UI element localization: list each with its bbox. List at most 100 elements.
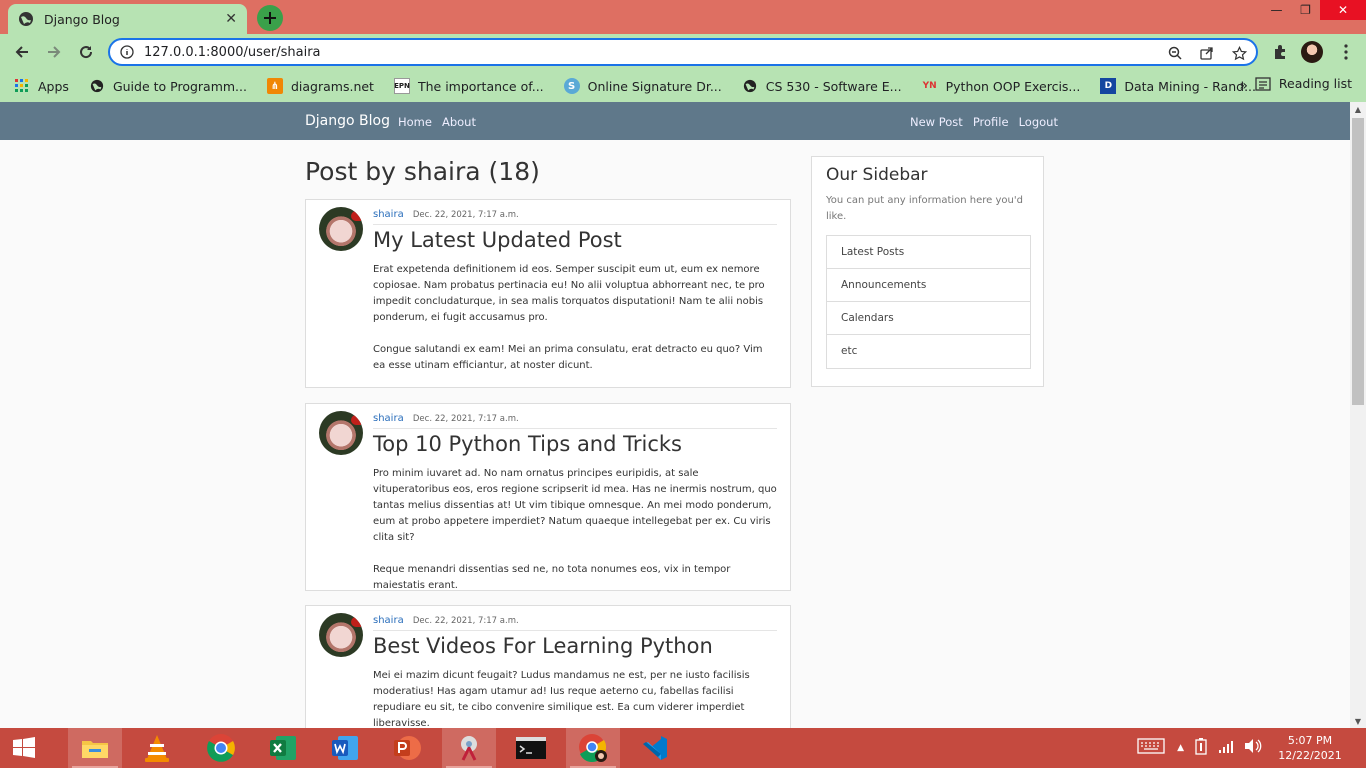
author-avatar[interactable] xyxy=(319,411,363,455)
sidebar-item-announcements[interactable]: Announcements xyxy=(827,269,1030,302)
post-paragraph: Erat expetenda definitionem id eos. Semp… xyxy=(373,264,765,323)
nav-new-post-link[interactable]: New Post xyxy=(910,115,963,129)
network-signal-icon[interactable] xyxy=(1218,739,1234,758)
bookmark-diagrams[interactable]: ⋔ diagrams.net xyxy=(266,78,374,94)
post-date: Dec. 22, 2021, 7:17 a.m. xyxy=(412,616,519,626)
post-title-link[interactable]: Top 10 Python Tips and Tricks xyxy=(373,432,682,456)
share-icon[interactable] xyxy=(1196,43,1218,63)
sidebar-item-etc[interactable]: etc xyxy=(827,335,1030,368)
volume-icon[interactable] xyxy=(1244,738,1262,758)
file-explorer-icon[interactable] xyxy=(68,728,122,768)
reading-list-icon xyxy=(1255,76,1271,91)
page-scrollbar[interactable]: ▲ ▼ xyxy=(1350,102,1366,728)
menu-kebab-icon[interactable] xyxy=(1334,40,1358,64)
windows-taskbar: ▲ 5:07 PM 12/22/2021 xyxy=(0,728,1366,768)
new-tab-button[interactable] xyxy=(257,5,283,31)
author-link[interactable]: shaira xyxy=(373,615,404,626)
close-window-button[interactable]: ✕ xyxy=(1320,0,1366,20)
nav-right: New Post Profile Logout xyxy=(910,115,1058,129)
post-paragraph: Congue salutandi ex eam! Mei an prima co… xyxy=(373,344,763,371)
sidebar-list: Latest Posts Announcements Calendars etc xyxy=(826,235,1031,369)
nav-about-link[interactable]: About xyxy=(442,115,476,129)
powerpoint-icon[interactable] xyxy=(380,728,434,768)
page-title: Post by shaira (18) xyxy=(305,157,540,186)
zoom-icon[interactable] xyxy=(1164,43,1186,63)
windows-start-icon[interactable] xyxy=(0,728,48,768)
nav-profile-link[interactable]: Profile xyxy=(973,115,1009,129)
bookmark-label: Online Signature Dr... xyxy=(587,78,722,94)
restore-button[interactable]: ❐ xyxy=(1291,0,1320,20)
pynative-icon: YN xyxy=(922,81,937,91)
profile-avatar[interactable] xyxy=(1300,40,1324,64)
post-meta: shaira Dec. 22, 2021, 7:17 a.m. xyxy=(373,413,777,429)
bookmark-importance[interactable]: EPN The importance of... xyxy=(393,78,544,94)
excel-icon[interactable] xyxy=(256,728,310,768)
sidebar: Our Sidebar You can put any information … xyxy=(811,156,1044,387)
post-paragraph: Mei ei mazim dicunt feugait? Ludus manda… xyxy=(373,670,750,728)
vlc-icon[interactable] xyxy=(130,728,184,768)
site-brand-link[interactable]: Django Blog xyxy=(305,113,390,129)
reload-button[interactable] xyxy=(74,40,98,64)
url-text: 127.0.0.1:8000/user/shaira xyxy=(144,44,321,60)
bookmark-label: Apps xyxy=(38,78,69,94)
bookmark-python-oop[interactable]: YN Python OOP Exercis... xyxy=(922,78,1081,94)
bookmark-cs530[interactable]: CS 530 - Software E... xyxy=(742,78,902,94)
web-page: Django Blog Home About New Post Profile … xyxy=(0,102,1350,728)
minimize-button[interactable]: — xyxy=(1262,0,1291,20)
bookmarks-bar: Apps Guide to Programm... ⋔ diagrams.net… xyxy=(0,70,1366,102)
post-paragraph: Reque menandri dissentias sed ne, no tot… xyxy=(373,564,731,591)
reading-list-button[interactable]: Reading list xyxy=(1255,76,1352,91)
clock-time: 5:07 PM xyxy=(1287,734,1333,747)
address-bar[interactable]: 127.0.0.1:8000/user/shaira xyxy=(108,38,1258,66)
bookmark-guide[interactable]: Guide to Programm... xyxy=(89,78,247,94)
keyboard-icon[interactable] xyxy=(1137,738,1165,758)
sidebar-item-latest-posts[interactable]: Latest Posts xyxy=(827,236,1030,269)
bookmark-signature[interactable]: S Online Signature Dr... xyxy=(563,78,722,94)
reading-list-label: Reading list xyxy=(1278,76,1352,91)
post-content: Erat expetenda definitionem id eos. Semp… xyxy=(373,262,777,374)
tab-title: Django Blog xyxy=(44,11,120,27)
post-card: shaira Dec. 22, 2021, 7:17 a.m. Best Vid… xyxy=(305,605,791,728)
arrow-left-icon xyxy=(15,46,28,58)
extensions-icon[interactable] xyxy=(1268,40,1292,64)
nav-home-link[interactable]: Home xyxy=(398,115,432,129)
nav-left: Home About xyxy=(398,115,476,129)
post-title-link[interactable]: My Latest Updated Post xyxy=(373,228,622,252)
browser-toolbar: 127.0.0.1:8000/user/shaira xyxy=(0,34,1366,70)
word-icon[interactable] xyxy=(318,728,372,768)
vscode-icon[interactable] xyxy=(628,728,682,768)
battery-icon[interactable] xyxy=(1194,737,1208,759)
more-bookmarks-button[interactable]: » xyxy=(1239,78,1248,94)
system-clock[interactable]: 5:07 PM 12/22/2021 xyxy=(1270,733,1350,763)
chevron-up-icon[interactable]: ▲ xyxy=(1177,743,1184,753)
bookmark-apps[interactable]: Apps xyxy=(14,78,69,94)
snipping-tool-icon[interactable] xyxy=(442,728,496,768)
author-link[interactable]: shaira xyxy=(373,413,404,424)
bookmark-data-mining[interactable]: D Data Mining - Rand... xyxy=(1100,78,1256,94)
bookmark-star-icon[interactable] xyxy=(1228,43,1250,63)
author-link[interactable]: shaira xyxy=(373,209,404,220)
post-card: shaira Dec. 22, 2021, 7:17 a.m. Top 10 P… xyxy=(305,403,791,591)
close-tab-icon[interactable]: ✕ xyxy=(225,11,237,27)
forward-button[interactable] xyxy=(42,40,66,64)
bookmark-label: CS 530 - Software E... xyxy=(765,78,902,94)
nav-logout-link[interactable]: Logout xyxy=(1019,115,1058,129)
chrome-profile-icon[interactable] xyxy=(566,728,620,768)
author-avatar[interactable] xyxy=(319,613,363,657)
terminal-icon[interactable] xyxy=(504,728,558,768)
sidebar-item-calendars[interactable]: Calendars xyxy=(827,302,1030,335)
post-title-link[interactable]: Best Videos For Learning Python xyxy=(373,634,713,658)
back-button[interactable] xyxy=(10,40,34,64)
bookmark-label: Data Mining - Rand... xyxy=(1124,78,1256,94)
scrollbar-thumb[interactable] xyxy=(1352,118,1364,405)
bookmark-label: The importance of... xyxy=(417,78,544,94)
window-controls: — ❐ ✕ xyxy=(1262,0,1366,22)
author-avatar[interactable] xyxy=(319,207,363,251)
scroll-down-arrow-icon[interactable]: ▼ xyxy=(1350,714,1366,728)
clock-date: 12/22/2021 xyxy=(1278,749,1342,762)
scroll-up-arrow-icon[interactable]: ▲ xyxy=(1350,102,1366,116)
post-date: Dec. 22, 2021, 7:17 a.m. xyxy=(412,210,519,220)
browser-tab[interactable]: Django Blog ✕ xyxy=(8,4,247,34)
info-icon[interactable] xyxy=(120,45,134,59)
chrome-icon[interactable] xyxy=(194,728,248,768)
